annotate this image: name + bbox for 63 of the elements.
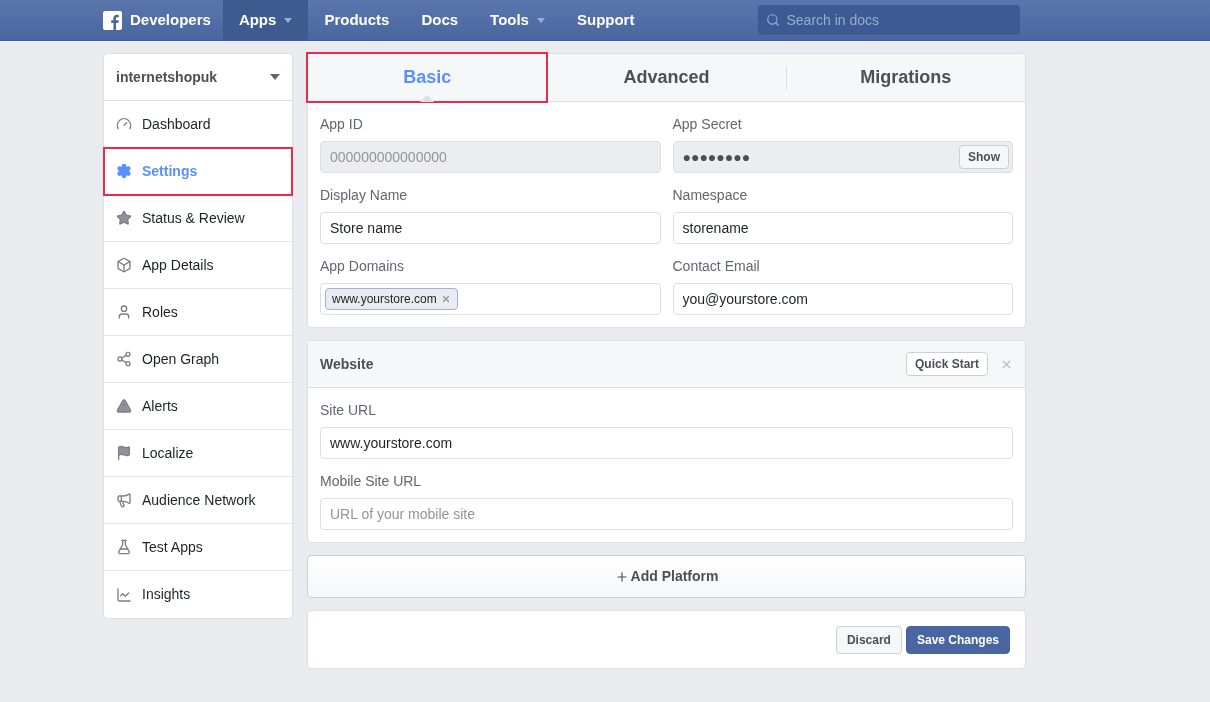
gauge-icon bbox=[116, 116, 132, 132]
cube-icon bbox=[116, 257, 132, 273]
field-label: App Secret bbox=[672, 115, 743, 134]
show-button[interactable]: Show bbox=[959, 145, 1009, 169]
sidebar-item[interactable]: Audience Network bbox=[104, 477, 292, 524]
nodes-icon bbox=[116, 351, 132, 367]
sidebar-item[interactable]: Alerts bbox=[104, 383, 292, 430]
text-field[interactable]: Store name bbox=[320, 212, 661, 244]
logo-icon bbox=[103, 10, 122, 30]
caret-icon bbox=[536, 17, 545, 23]
remove-icon[interactable] bbox=[440, 294, 451, 304]
settings-tab[interactable]: Migrations bbox=[786, 54, 1025, 101]
search-icon bbox=[766, 13, 781, 27]
nav-tab[interactable]: Apps bbox=[222, 0, 309, 40]
field-label: Site URL bbox=[320, 401, 378, 420]
flask-icon bbox=[116, 539, 132, 555]
caret-icon[interactable] bbox=[270, 74, 280, 80]
sidebar-item[interactable]: Status & Review bbox=[104, 195, 292, 242]
save-changes-button[interactable]: Save Changes bbox=[905, 625, 1010, 654]
domain-text: www.yourstore.com bbox=[332, 291, 437, 308]
field-label: Contact Email bbox=[672, 257, 761, 276]
domains-field[interactable]: www.yourstore.com bbox=[320, 283, 661, 315]
masked-secret: ●●●●●●●● bbox=[682, 147, 751, 167]
section-title: Website bbox=[320, 354, 374, 374]
sidebar-item[interactable]: Localize bbox=[104, 430, 292, 477]
field-label: App Domains bbox=[320, 257, 406, 276]
warning-icon bbox=[116, 398, 132, 414]
sidebar-item[interactable]: Roles bbox=[104, 289, 292, 336]
brand-name: Developers bbox=[130, 9, 211, 30]
plus-icon bbox=[614, 569, 629, 584]
field-label: Namespace bbox=[672, 186, 749, 205]
field-label: Display Name bbox=[320, 186, 409, 205]
text-field[interactable]: you@yourstore.com bbox=[672, 283, 1013, 315]
star-icon bbox=[116, 210, 132, 226]
discard-button[interactable]: Discard bbox=[835, 625, 902, 654]
url-field[interactable]: www.yourstore.com bbox=[320, 427, 1013, 459]
app-id-field: 000000000000000 bbox=[320, 141, 661, 173]
sidebar-item[interactable]: App Details bbox=[104, 242, 292, 289]
url-field[interactable]: URL of your mobile site bbox=[320, 498, 1013, 530]
app-selector[interactable]: internetshopuk bbox=[104, 54, 292, 101]
settings-tab[interactable]: Advanced bbox=[547, 54, 786, 101]
sidebar-item[interactable]: Dashboard bbox=[104, 101, 292, 148]
sidebar-item[interactable]: Open Graph bbox=[104, 336, 292, 383]
field-label: Mobile Site URL bbox=[320, 472, 423, 491]
close-icon[interactable] bbox=[1000, 357, 1013, 371]
line-chart-icon bbox=[116, 586, 132, 603]
nav-tab[interactable]: Products bbox=[308, 0, 406, 40]
nav-tab[interactable]: Support bbox=[560, 0, 651, 40]
nav-tab[interactable]: Tools bbox=[474, 0, 561, 40]
app-name: internetshopuk bbox=[116, 67, 218, 87]
megaphone-icon bbox=[116, 492, 132, 508]
caret-icon bbox=[284, 17, 293, 23]
gear-icon bbox=[116, 163, 132, 179]
sidebar-item[interactable]: Insights bbox=[104, 571, 292, 618]
person-icon bbox=[116, 304, 132, 320]
field-label: App ID bbox=[320, 115, 364, 134]
add-platform-button[interactable]: Add Platform bbox=[307, 555, 1026, 598]
quick-start-button[interactable]: Quick Start bbox=[905, 352, 988, 376]
sidebar-item[interactable]: Test Apps bbox=[104, 524, 292, 571]
nav-tab[interactable]: Docs bbox=[405, 0, 475, 40]
text-field[interactable]: storename bbox=[672, 212, 1013, 244]
flag-icon bbox=[116, 445, 132, 461]
search-field[interactable]: Search in docs bbox=[758, 5, 1021, 35]
